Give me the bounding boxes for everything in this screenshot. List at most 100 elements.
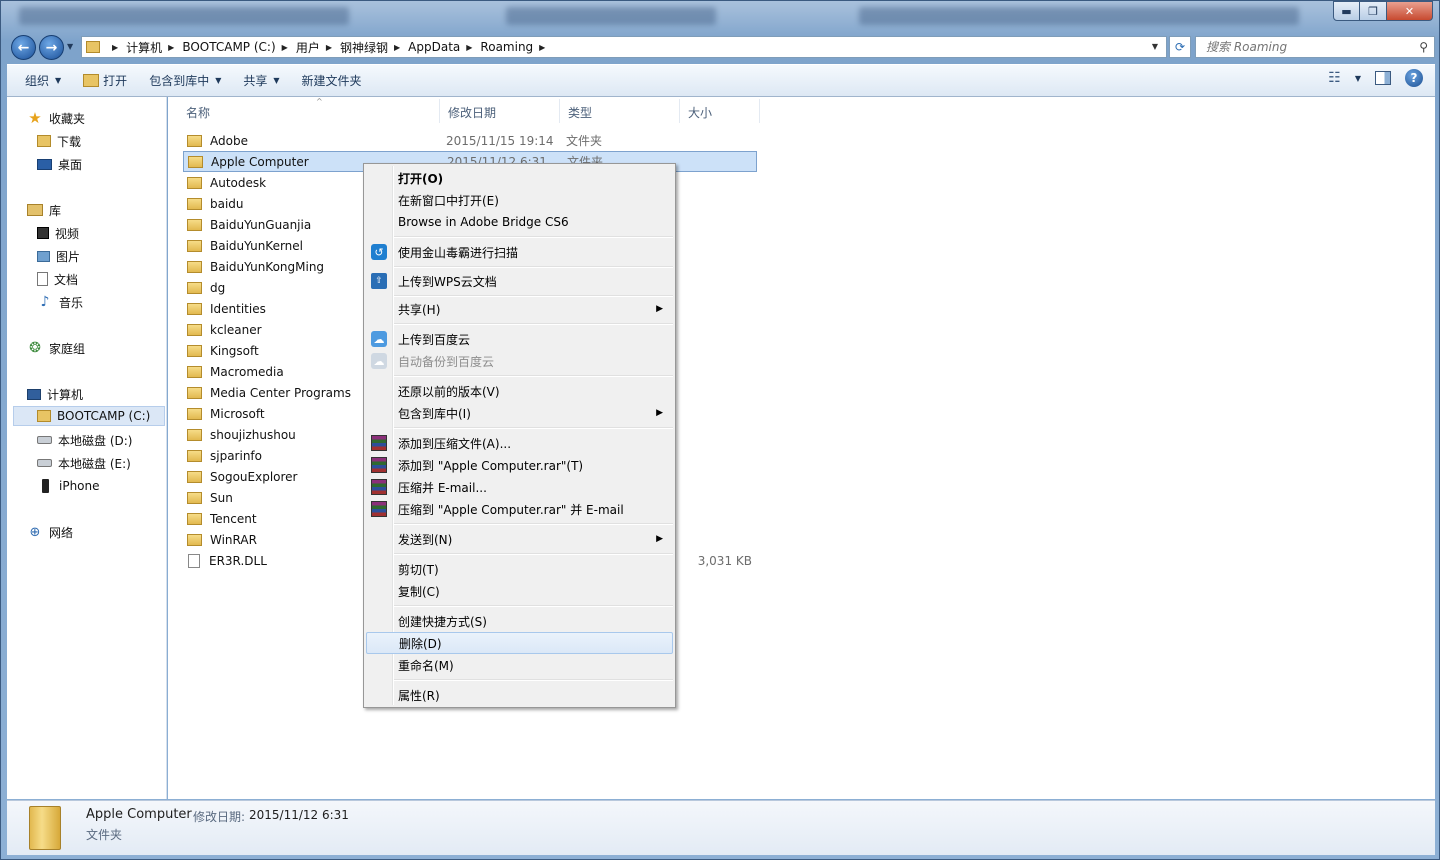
file-row[interactable]: Adobe 2015/11/15 19:14 文件夹 [183,130,757,151]
column-headers: ^ 名称 修改日期 类型 大小 [178,97,760,123]
column-header-size[interactable]: 大小 [680,99,760,123]
address-bar[interactable]: ▶ 计算机 ▶ BOOTCAMP (C:) ▶ 用户 ▶ 钢神绿钢 ▶ AppData ▶… [81,36,1167,58]
menu-item-restore-versions[interactable]: 还原以前的版本(V) [366,380,673,402]
breadcrumb-appdata[interactable]: AppData ▶ [408,40,480,54]
breadcrumb-drive-c[interactable]: BOOTCAMP (C:) ▶ [182,40,295,54]
menu-separator [394,236,673,238]
menu-item-browse-bridge[interactable]: Browse in Adobe Bridge CS6 [366,211,673,233]
share-button[interactable]: 共享 ▼ [233,69,289,93]
organize-button[interactable]: 组织 ▼ [15,69,71,93]
dll-file-icon [188,553,200,568]
menu-item-delete[interactable]: 删除(D) [366,632,673,654]
nav-videos[interactable]: 视频 [37,223,79,243]
address-history-dropdown[interactable]: ▼ [1152,42,1158,51]
menu-item-add-archive[interactable]: 添加到压缩文件(A)... [366,432,673,454]
details-item-type: 文件夹 [86,828,123,842]
nav-pictures[interactable]: 图片 [37,246,80,266]
column-header-date[interactable]: 修改日期 [440,99,560,123]
column-header-type[interactable]: 类型 [560,99,680,123]
menu-item-open-new-window[interactable]: 在新窗口中打开(E) [366,189,673,211]
details-pane: Apple Computer 修改日期: 2015/11/12 6:31 文件夹 [7,800,1435,855]
menu-item-create-shortcut[interactable]: 创建快捷方式(S) [366,610,673,632]
desktop-icon [37,158,52,170]
baidu-backup-icon: ☁ [371,353,387,369]
change-view-icon[interactable]: ☷ [1328,70,1341,86]
menu-item-compress-rar-email[interactable]: 压缩到 "Apple Computer.rar" 并 E-mail [366,498,673,520]
menu-item-properties[interactable]: 属性(R) [366,684,673,706]
breadcrumb-computer[interactable]: 计算机 ▶ [126,39,182,56]
folder-icon [187,491,202,504]
folder-icon [187,260,202,273]
close-button[interactable]: ✕ [1387,1,1433,21]
nav-desktop[interactable]: 桌面 [37,154,82,174]
search-icon[interactable]: ⚲ [1419,40,1428,54]
menu-item-wps-upload[interactable]: ⇧ 上传到WPS云文档 [366,270,673,292]
nav-network[interactable]: ⊕ 网络 [27,522,73,542]
chevron-right-icon[interactable]: ▶ [168,43,174,52]
forward-arrow-icon: → [45,39,58,56]
menu-item-compress-email[interactable]: 压缩并 E-mail... [366,476,673,498]
refresh-button[interactable]: ⟳ [1169,36,1191,58]
open-button[interactable]: 打开 [73,69,137,93]
chevron-right-icon[interactable]: ▶ [466,43,472,52]
menu-item-open[interactable]: 打开(O) [366,167,673,189]
breadcrumb-users[interactable]: 用户 ▶ [296,39,340,56]
menu-item-share[interactable]: 共享(H) ▶ [366,298,673,320]
menu-item-copy[interactable]: 复制(C) [366,580,673,602]
menu-separator [394,375,673,377]
menu-item-jinshan-scan[interactable]: ↺ 使用金山毒霸进行扫描 [366,241,673,263]
chevron-down-icon: ▼ [55,76,62,85]
menu-item-include-library[interactable]: 包含到库中(I) ▶ [366,402,673,424]
column-header-name[interactable]: 名称 [178,99,440,123]
back-button[interactable]: ← [11,35,36,60]
folder-icon [187,407,202,420]
forward-button[interactable]: → [39,35,64,60]
breadcrumb-roaming[interactable]: Roaming ▶ [480,40,553,54]
help-icon[interactable]: ? [1405,69,1423,87]
nav-downloads[interactable]: 下载 [37,131,81,151]
maximize-button[interactable]: ❐ [1360,1,1387,21]
title-bar[interactable]: ▬ ❐ ✕ [1,1,1439,31]
nav-iphone[interactable]: iPhone [37,476,100,496]
computer-icon [27,388,41,400]
menu-item-baidu-upload[interactable]: ☁ 上传到百度云 [366,328,673,350]
view-options-dropdown[interactable]: ▼ [1355,74,1361,83]
minimize-button[interactable]: ▬ [1333,1,1360,21]
search-box[interactable]: ⚲ [1195,36,1435,58]
nav-music[interactable]: ♪ 音乐 [37,292,83,312]
recent-pages-dropdown[interactable]: ▼ [67,42,73,51]
folder-icon [187,344,202,357]
menu-item-cut[interactable]: 剪切(T) [366,558,673,580]
menu-item-send-to[interactable]: 发送到(N) ▶ [366,528,673,550]
folder-icon [187,512,202,525]
breadcrumb-user[interactable]: 钢神绿钢 ▶ [340,39,408,56]
folder-icon [187,197,202,210]
picture-icon [37,250,50,262]
chevron-down-icon: ▼ [273,76,280,85]
chevron-right-icon[interactable]: ▶ [539,43,545,52]
include-in-library-button[interactable]: 包含到库中 ▼ [139,69,231,93]
chevron-right-icon[interactable]: ▶ [326,43,332,52]
new-folder-button[interactable]: 新建文件夹 [292,69,372,93]
nav-favorites[interactable]: ★ 收藏夹 [27,108,85,128]
nav-drive-c[interactable]: BOOTCAMP (C:) [13,406,165,426]
nav-drive-d[interactable]: 本地磁盘 (D:) [37,430,132,450]
preview-pane-icon[interactable] [1375,71,1391,85]
folder-icon [187,239,202,252]
hard-disk-icon [37,459,52,467]
menu-separator [394,523,673,525]
nav-documents[interactable]: 文档 [37,269,78,289]
nav-drive-e[interactable]: 本地磁盘 (E:) [37,453,131,473]
chevron-right-icon[interactable]: ▶ [282,43,288,52]
nav-libraries[interactable]: 库 [27,200,61,220]
nav-homegroup[interactable]: ❂ 家庭组 [27,338,85,358]
winrar-icon [371,457,387,473]
chevron-right-icon[interactable]: ▶ [394,43,400,52]
chevron-right-icon[interactable]: ▶ [112,43,118,52]
winrar-icon [371,501,387,517]
winrar-icon [371,479,387,495]
menu-item-rename[interactable]: 重命名(M) [366,654,673,676]
search-input[interactable] [1204,39,1404,55]
nav-computer[interactable]: 计算机 [27,384,83,404]
menu-item-add-to-rar[interactable]: 添加到 "Apple Computer.rar"(T) [366,454,673,476]
